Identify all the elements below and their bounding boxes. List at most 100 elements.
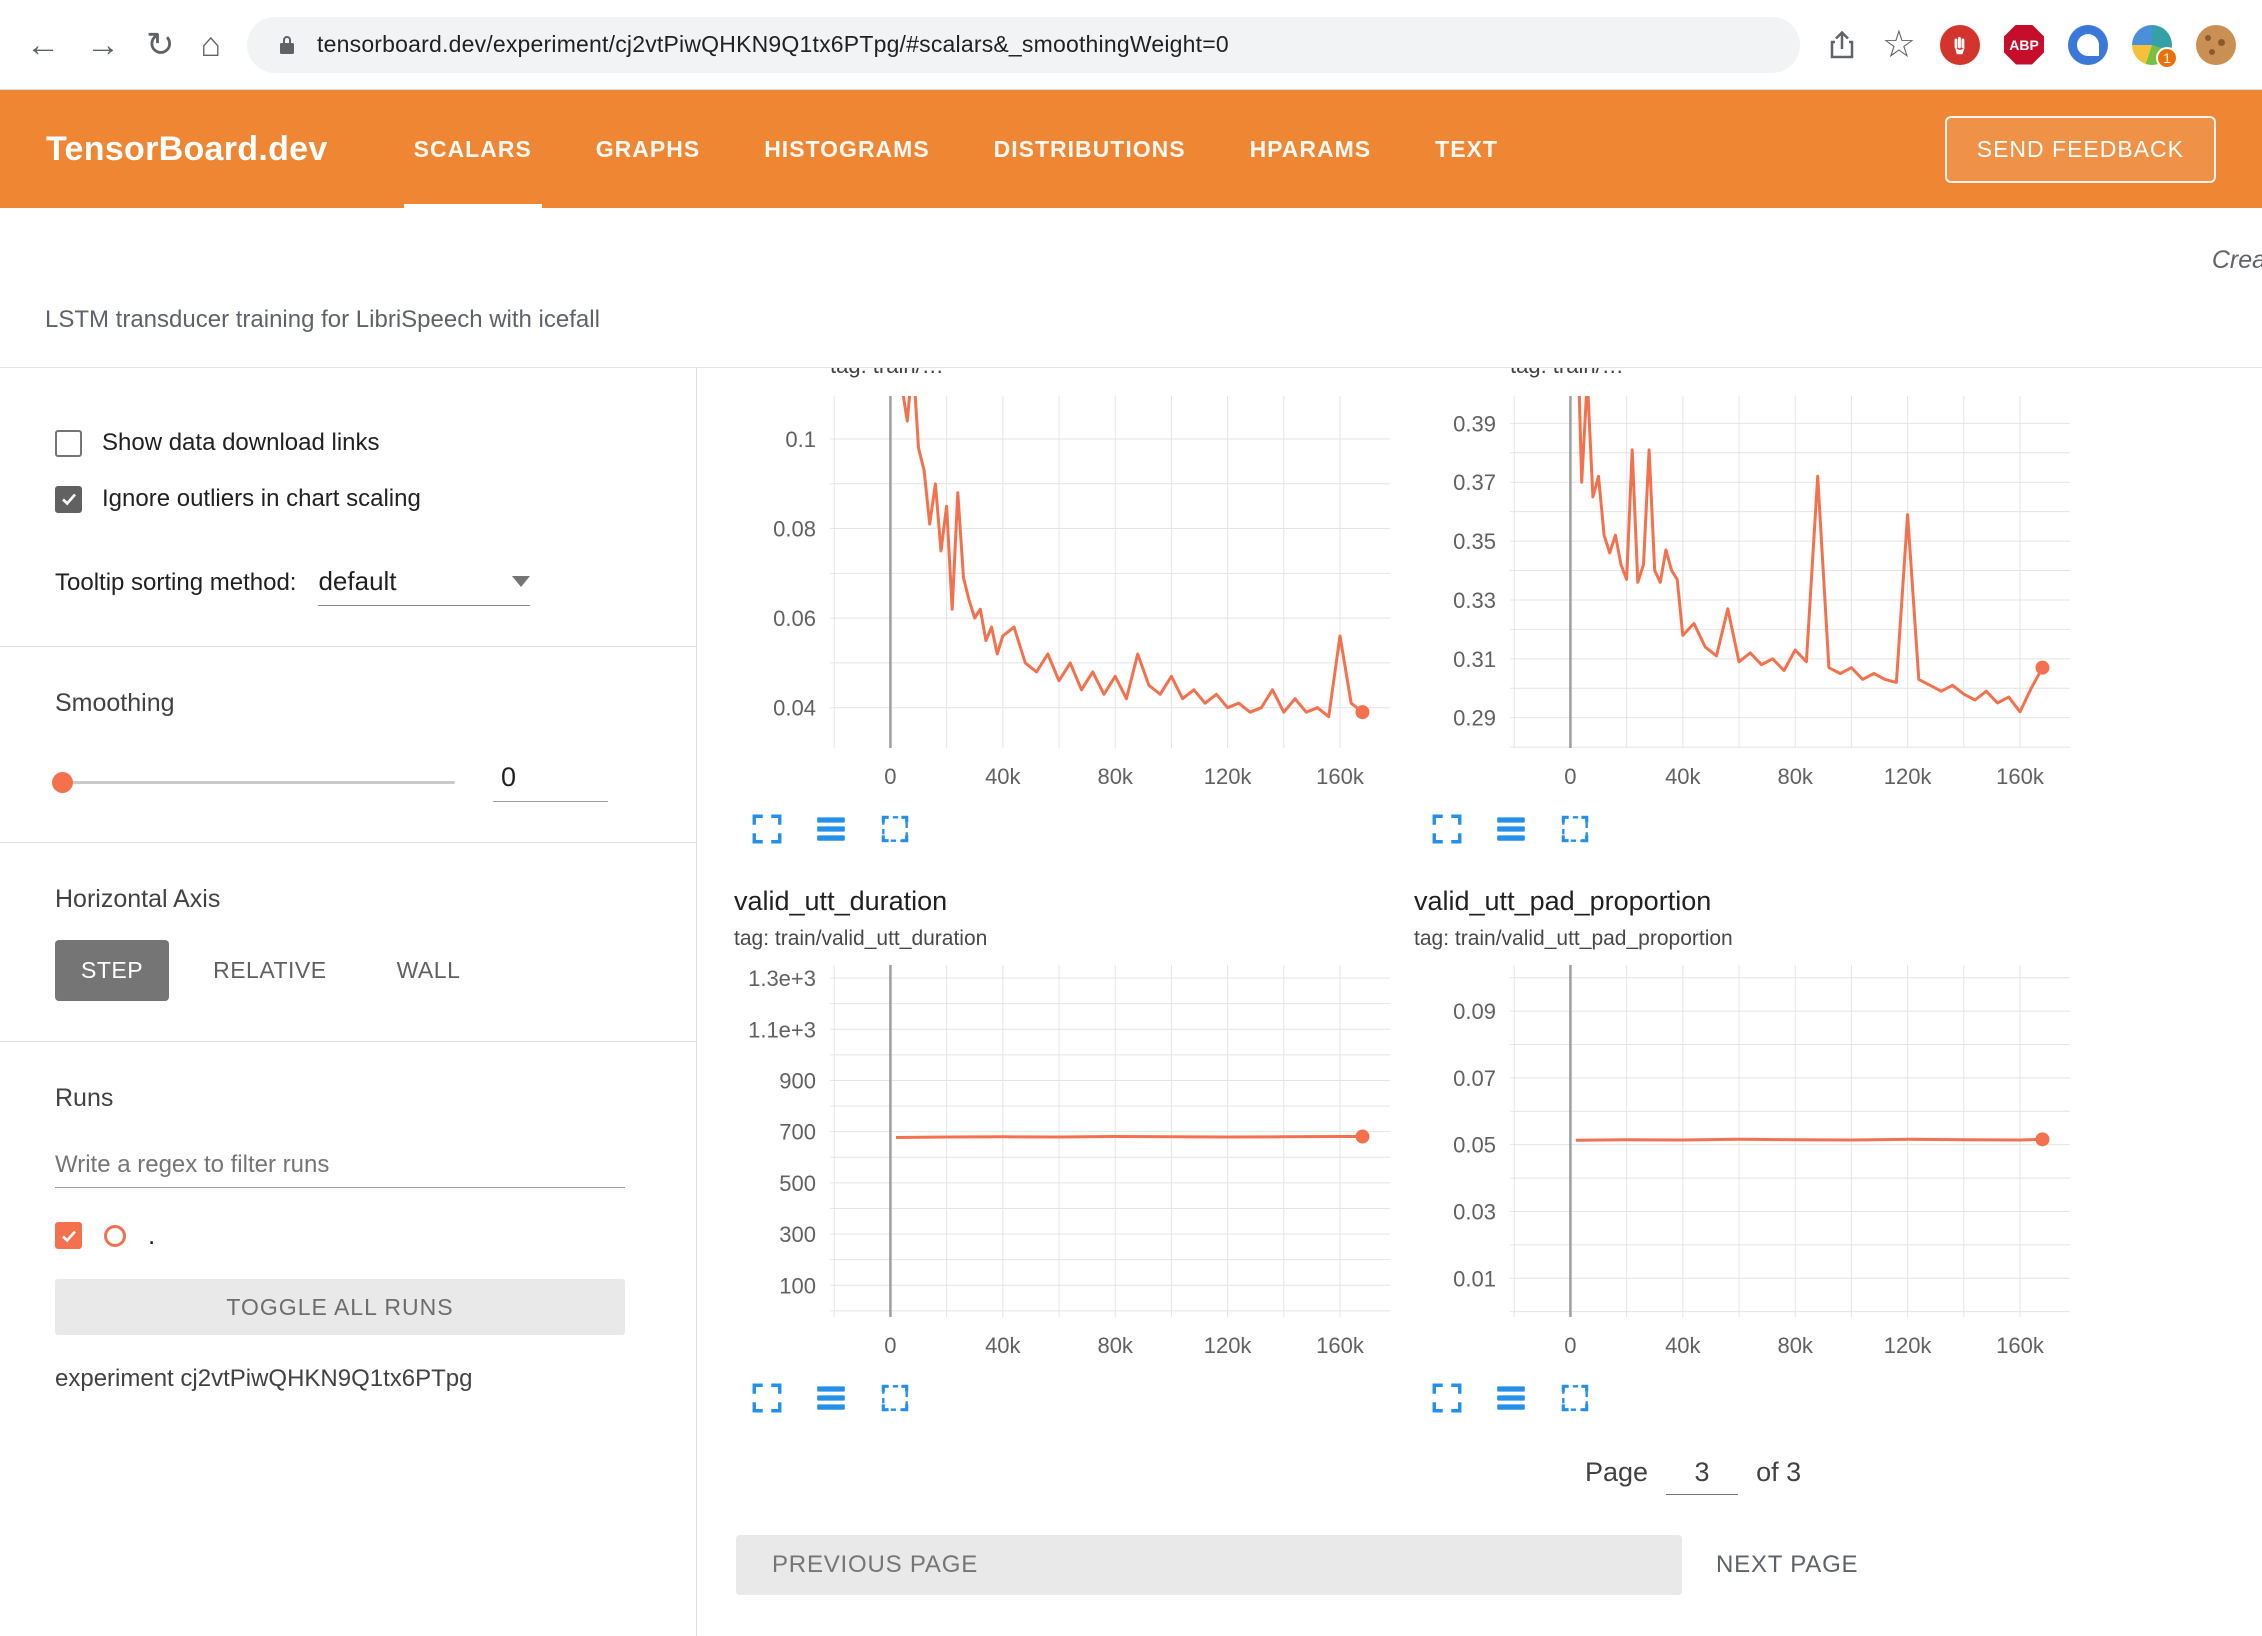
page-number-input[interactable]: 3 bbox=[1666, 1457, 1738, 1495]
smoothing-value-input[interactable]: 0 bbox=[493, 762, 608, 802]
svg-text:40k: 40k bbox=[1665, 1333, 1701, 1358]
browser-actions: ☆ ABP 1 bbox=[1826, 25, 2236, 65]
extension-icon[interactable] bbox=[2068, 25, 2108, 65]
experiment-id-label: experiment cj2vtPiwQHKN9Q1tx6PTpg bbox=[55, 1365, 696, 1393]
data-series-icon[interactable] bbox=[814, 1381, 848, 1415]
svg-text:40k: 40k bbox=[985, 764, 1021, 789]
line-chart[interactable]: 0.040.060.080.1040k80k120k160k bbox=[730, 396, 1410, 796]
svg-text:0.04: 0.04 bbox=[773, 696, 816, 721]
back-icon[interactable]: ← bbox=[26, 28, 60, 62]
svg-text:0.1: 0.1 bbox=[785, 427, 816, 452]
url-text[interactable]: tensorboard.dev/experiment/cj2vtPiwQHKN9… bbox=[317, 31, 1229, 58]
svg-text:500: 500 bbox=[779, 1171, 816, 1196]
svg-text:0: 0 bbox=[1564, 764, 1576, 789]
fullscreen-expand-icon[interactable] bbox=[1430, 812, 1464, 846]
fit-domain-icon[interactable] bbox=[1558, 1381, 1592, 1415]
line-chart[interactable]: 0.010.030.050.070.09040k80k120k160k bbox=[1410, 965, 2090, 1365]
profile-avatar[interactable]: 1 bbox=[2132, 25, 2172, 65]
smoothing-label: Smoothing bbox=[55, 689, 696, 718]
smoothing-slider[interactable] bbox=[55, 781, 455, 784]
run-row[interactable]: . bbox=[55, 1220, 696, 1251]
bookmark-star-icon[interactable]: ☆ bbox=[1882, 26, 1916, 64]
check-icon bbox=[59, 1226, 79, 1246]
axis-wall-button[interactable]: WALL bbox=[371, 940, 487, 1001]
svg-text:1.3e+3: 1.3e+3 bbox=[748, 966, 816, 991]
fit-domain-icon[interactable] bbox=[1558, 812, 1592, 846]
home-icon[interactable]: ⌂ bbox=[201, 28, 222, 62]
tab-scalars[interactable]: SCALARS bbox=[414, 90, 532, 208]
chart-card: tag: train/… 0.290.310.330.350.370.39040… bbox=[1410, 368, 2090, 846]
svg-text:40k: 40k bbox=[985, 1333, 1021, 1358]
divider bbox=[0, 1041, 696, 1042]
previous-page-button[interactable]: PREVIOUS PAGE bbox=[736, 1535, 1682, 1595]
ignore-outliers-checkbox[interactable] bbox=[55, 486, 82, 513]
svg-text:120k: 120k bbox=[1204, 764, 1253, 789]
data-series-icon[interactable] bbox=[1494, 812, 1528, 846]
reload-icon[interactable]: ↻ bbox=[146, 28, 175, 62]
svg-text:40k: 40k bbox=[1665, 764, 1701, 789]
settings-sidebar: Show data download links Ignore outliers… bbox=[0, 368, 697, 1636]
page-total-label: of 3 bbox=[1756, 1457, 1801, 1488]
show-download-links-checkbox[interactable] bbox=[55, 430, 82, 457]
svg-text:0: 0 bbox=[1564, 1333, 1576, 1358]
ignore-outliers-row[interactable]: Ignore outliers in chart scaling bbox=[55, 476, 696, 522]
svg-text:0: 0 bbox=[884, 1333, 896, 1358]
tooltip-sorting-dropdown[interactable]: default bbox=[318, 566, 530, 606]
experiment-subheader: Crea LSTM transducer training for LibriS… bbox=[0, 208, 2262, 368]
run-checkbox[interactable] bbox=[55, 1222, 82, 1249]
run-color-swatch bbox=[104, 1225, 126, 1247]
next-page-button[interactable]: NEXT PAGE bbox=[1716, 1551, 1858, 1579]
fit-domain-icon[interactable] bbox=[878, 812, 912, 846]
tab-histograms[interactable]: HISTOGRAMS bbox=[764, 90, 929, 208]
svg-text:80k: 80k bbox=[1097, 764, 1133, 789]
smoothing-slider-thumb[interactable] bbox=[52, 772, 73, 793]
svg-text:1.1e+3: 1.1e+3 bbox=[748, 1017, 816, 1042]
svg-text:80k: 80k bbox=[1777, 1333, 1813, 1358]
chart-card: valid_utt_duration tag: train/valid_utt_… bbox=[730, 846, 1410, 1415]
svg-text:700: 700 bbox=[779, 1120, 816, 1145]
fullscreen-expand-icon[interactable] bbox=[750, 812, 784, 846]
fullscreen-expand-icon[interactable] bbox=[1430, 1381, 1464, 1415]
axis-step-button[interactable]: STEP bbox=[55, 940, 169, 1001]
pagination: Page 3 of 3 bbox=[1585, 1457, 2262, 1495]
clipped-chart-tag: tag: train/… bbox=[1510, 368, 2090, 380]
runs-filter-input[interactable] bbox=[55, 1143, 625, 1188]
svg-text:120k: 120k bbox=[1884, 764, 1933, 789]
axis-relative-button[interactable]: RELATIVE bbox=[187, 940, 353, 1001]
svg-text:0.35: 0.35 bbox=[1453, 529, 1496, 554]
forward-icon[interactable]: → bbox=[86, 28, 120, 62]
tab-hparams[interactable]: HPARAMS bbox=[1250, 90, 1372, 208]
show-download-links-row[interactable]: Show data download links bbox=[55, 420, 696, 466]
browser-toolbar: ← → ↻ ⌂ tensorboard.dev/experiment/cj2vt… bbox=[0, 0, 2262, 90]
line-chart[interactable]: 1003005007009001.1e+31.3e+3040k80k120k16… bbox=[730, 965, 1410, 1365]
abp-extension-icon[interactable]: ABP bbox=[2004, 25, 2044, 65]
show-download-links-label: Show data download links bbox=[102, 429, 380, 457]
tab-distributions[interactable]: DISTRIBUTIONS bbox=[994, 90, 1186, 208]
svg-text:900: 900 bbox=[779, 1068, 816, 1093]
send-feedback-button[interactable]: SEND FEEDBACK bbox=[1945, 116, 2216, 183]
line-chart[interactable]: 0.290.310.330.350.370.39040k80k120k160k bbox=[1410, 396, 2090, 796]
svg-text:0.05: 0.05 bbox=[1453, 1133, 1496, 1158]
clipped-chart-tag: tag: train/… bbox=[830, 368, 1410, 380]
lock-icon bbox=[275, 33, 299, 57]
cookie-icon[interactable] bbox=[2196, 25, 2236, 65]
svg-text:0.31: 0.31 bbox=[1453, 647, 1496, 672]
tab-text[interactable]: TEXT bbox=[1435, 90, 1498, 208]
svg-text:300: 300 bbox=[779, 1222, 816, 1247]
adblock-extension-icon[interactable] bbox=[1940, 25, 1980, 65]
fit-domain-icon[interactable] bbox=[878, 1381, 912, 1415]
svg-text:0.06: 0.06 bbox=[773, 606, 816, 631]
app-logo: TensorBoard.dev bbox=[46, 130, 328, 169]
svg-text:0.07: 0.07 bbox=[1453, 1066, 1496, 1091]
svg-text:160k: 160k bbox=[1316, 764, 1365, 789]
tab-graphs[interactable]: GRAPHS bbox=[596, 90, 700, 208]
data-series-icon[interactable] bbox=[1494, 1381, 1528, 1415]
check-icon bbox=[59, 489, 79, 509]
svg-text:0.37: 0.37 bbox=[1453, 470, 1496, 495]
page-label: Page bbox=[1585, 1457, 1648, 1488]
share-icon[interactable] bbox=[1826, 29, 1858, 61]
data-series-icon[interactable] bbox=[814, 812, 848, 846]
fullscreen-expand-icon[interactable] bbox=[750, 1381, 784, 1415]
toggle-all-runs-button[interactable]: TOGGLE ALL RUNS bbox=[55, 1279, 625, 1335]
url-bar[interactable]: tensorboard.dev/experiment/cj2vtPiwQHKN9… bbox=[247, 17, 1800, 73]
